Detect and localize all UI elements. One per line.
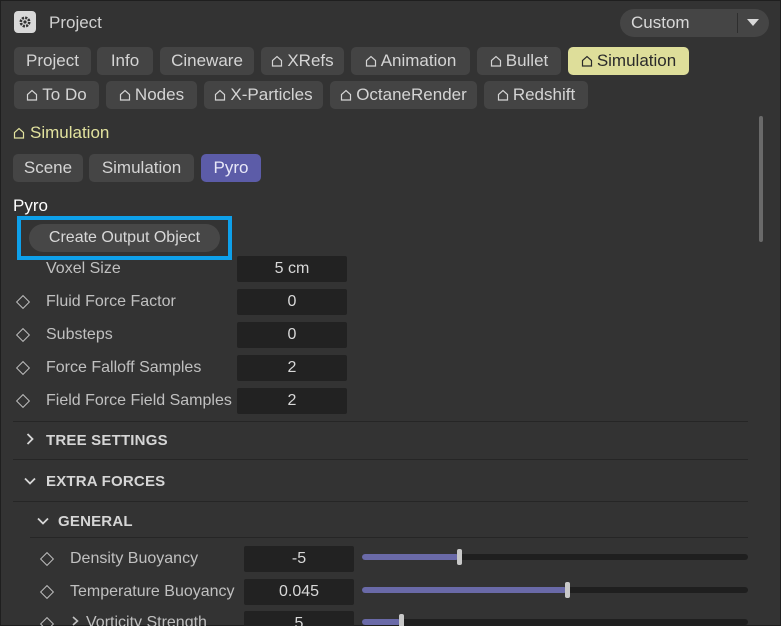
tab-cineware[interactable]: Cineware [160,47,254,75]
subtab-label: Scene [23,158,73,177]
slider-handle[interactable] [564,582,570,598]
subtab-label: Simulation [101,158,182,177]
vorticity-strength-slider[interactable] [362,614,748,626]
chevron-down-icon[interactable] [37,517,49,525]
home-icon [341,89,352,101]
temperature-buoyancy-slider[interactable] [362,582,748,598]
chevron-down-icon [747,19,759,26]
slider-handle[interactable] [456,549,462,565]
param-label-voxel-size: Voxel Size [46,260,121,277]
tab-simulation[interactable]: Simulation [568,47,689,75]
tab-label: To Do [42,85,87,104]
param-label-field-force-field-samples: Field Force Field Samples [46,392,232,409]
param-label-substeps: Substeps [46,326,113,343]
voxel-size-field[interactable]: 5 cm [237,256,347,282]
substeps-field[interactable]: 0 [237,322,347,348]
tab-label: OctaneRender [356,85,467,104]
tab-octanerender[interactable]: OctaneRender [330,81,477,109]
home-icon [497,89,508,101]
gear-icon[interactable] [14,11,36,33]
tab-nodes[interactable]: Nodes [106,81,197,109]
tab-label: XRefs [287,51,334,70]
tab-to-do[interactable]: To Do [14,81,99,109]
force-falloff-samples-field[interactable]: 2 [237,355,347,381]
density-buoyancy-slider[interactable] [362,549,748,565]
subtab-label: Pyro [213,158,249,177]
tab-redshift[interactable]: Redshift [484,81,588,109]
scrollbar[interactable] [759,116,763,242]
slider-fill [362,619,401,625]
layout-dropdown-label: Custom [631,13,690,32]
home-icon [490,55,501,67]
divider [13,459,748,460]
tab-project[interactable]: Project [14,47,91,75]
tab-info[interactable]: Info [97,47,153,75]
tree-settings-header[interactable]: TREE SETTINGS [46,432,168,449]
subtab-pyro[interactable]: Pyro [201,154,261,182]
tab-animation[interactable]: Animation [351,47,470,75]
section-title-label: Simulation [30,123,110,142]
divider [13,501,748,502]
section-title: Simulation [13,123,109,143]
tab-label: Redshift [512,85,576,104]
home-icon [365,55,376,67]
tab-label: Project [26,51,79,70]
fluid-force-factor-field[interactable]: 0 [237,289,347,315]
chevron-down-icon[interactable] [24,477,36,485]
param-label-fluid-force-factor: Fluid Force Factor [46,293,176,310]
highlight-box [17,216,232,260]
general-header[interactable]: GENERAL [58,513,133,530]
tab-label: Cineware [171,51,243,70]
tab-xrefs[interactable]: XRefs [261,47,344,75]
param-label-temperature-buoyancy: Temperature Buoyancy [70,583,235,600]
tab-x-particles[interactable]: X-Particles [204,81,323,109]
home-icon [581,55,592,67]
subtab-scene[interactable]: Scene [13,154,83,182]
tab-label: Animation [380,51,457,70]
density-buoyancy-field[interactable]: -5 [244,546,354,572]
home-icon [119,89,131,101]
tab-label: Bullet [505,51,549,70]
header: Project Custom [0,0,781,44]
tab-label: Info [110,51,140,70]
home-icon [272,55,283,67]
divider [30,537,748,538]
dropdown-separator [737,13,738,33]
home-icon [13,127,25,139]
param-label-density-buoyancy: Density Buoyancy [70,550,199,567]
group-title: Pyro [13,196,48,215]
param-label-vorticity-strength: Vorticity Strength [86,614,207,626]
chevron-right-icon[interactable] [26,433,34,445]
extra-forces-header[interactable]: EXTRA FORCES [46,473,165,490]
layout-dropdown[interactable]: Custom [620,9,769,37]
slider-handle[interactable] [398,614,404,626]
chevron-right-icon[interactable] [72,616,79,626]
tab-label: Nodes [134,85,185,104]
home-icon [215,89,226,101]
page-title: Project [49,13,102,32]
field-force-field-samples-field[interactable]: 2 [237,388,347,414]
param-label-force-falloff-samples: Force Falloff Samples [46,359,202,376]
slider-fill [362,587,567,593]
slider-fill [362,554,459,560]
subtab-simulation[interactable]: Simulation [89,154,194,182]
temperature-buoyancy-field[interactable]: 0.045 [244,579,354,605]
vorticity-strength-field[interactable]: 5 [244,611,354,626]
tab-bullet[interactable]: Bullet [477,47,561,75]
divider [13,421,748,422]
tab-label: X-Particles [230,85,313,104]
tab-label: Simulation [596,51,677,70]
home-icon [27,89,38,101]
